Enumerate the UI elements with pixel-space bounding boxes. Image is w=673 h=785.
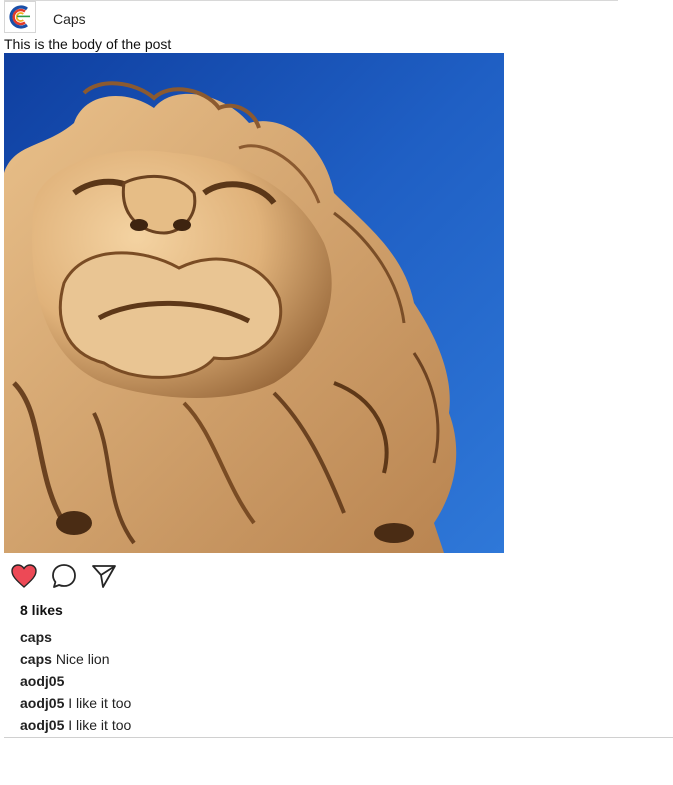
comment-item: caps [20,628,131,650]
speech-bubble-icon [52,564,76,588]
post-actions [10,562,150,590]
comment-button[interactable] [50,562,78,590]
lion-statue-image [4,53,504,553]
post-image [4,53,504,553]
post-header: Caps [4,1,618,35]
likes-count: 8 likes [20,602,63,618]
comment-text: I like it too [68,695,132,711]
paper-plane-icon [92,565,116,588]
comment-item: aodj05 I like it too [20,694,131,716]
share-button[interactable] [90,562,118,590]
comment-text: Nice lion [55,651,110,667]
comment-item: caps Nice lion [20,650,131,672]
comment-username[interactable]: caps [20,651,52,667]
like-button[interactable] [10,562,38,590]
comment-username[interactable]: aodj05 [20,673,64,689]
comments-list: caps caps Nice lion aodj05 aodj05 I like… [20,628,131,738]
heart-icon [11,564,37,588]
post-username[interactable]: Caps [53,11,86,27]
comment-item: aodj05 I like it too [20,716,131,738]
comment-username[interactable]: aodj05 [20,695,64,711]
bottom-divider [4,737,673,738]
avatar[interactable] [4,1,36,33]
logo-icon [9,5,30,29]
comment-item: aodj05 [20,672,131,694]
comment-text: I like it too [68,717,132,733]
comment-username[interactable]: aodj05 [20,717,64,733]
post-card: Caps This is the body of the post 8 like… [0,0,673,738]
comment-username[interactable]: caps [20,629,52,645]
post-body: This is the body of the post [4,36,172,52]
